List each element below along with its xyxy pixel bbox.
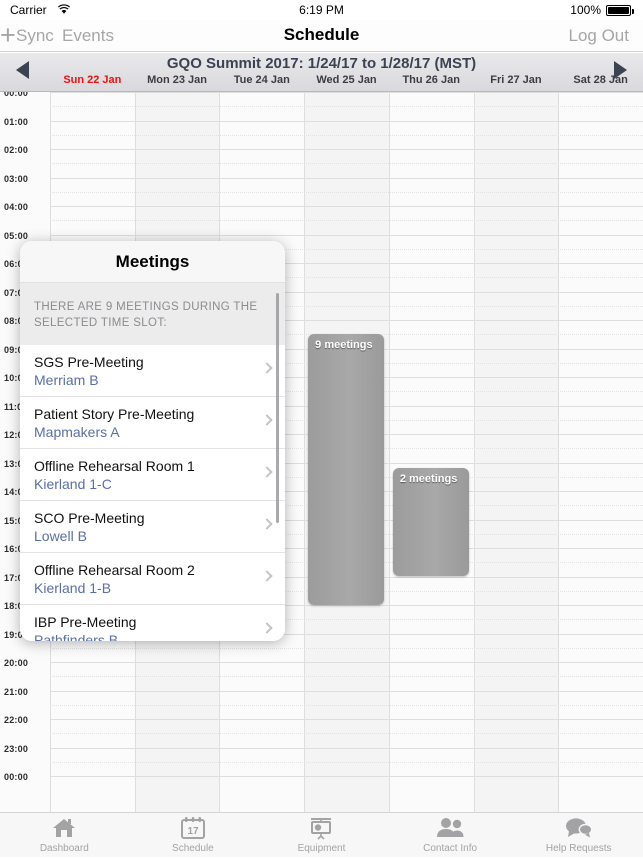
meeting-title: IBP Pre-Meeting [34,614,137,630]
chevron-right-icon [261,414,273,426]
popover-body[interactable]: THERE ARE 9 MEETINGS DURING THE SELECTED… [20,283,285,641]
meeting-list-item[interactable]: IBP Pre-Meeting Pathfinders B [20,605,285,641]
hour-label-20: 20:00 [4,658,29,668]
popover-header: Meetings [20,241,285,283]
day-header-5[interactable]: Fri 27 Jan [474,74,559,86]
day-header-1[interactable]: Mon 23 Jan [135,74,220,86]
tab-dashboard[interactable]: Dashboard [0,813,129,858]
chevron-right-icon [261,466,273,478]
meeting-list-item[interactable]: Offline Rehearsal Room 1 Kierland 1-C [20,449,285,501]
meeting-room: Pathfinders B [34,632,119,641]
tab-help-requests[interactable]: Help Requests [514,813,643,858]
projector-icon [257,817,386,841]
day-header-row: Sun 22 Jan Mon 23 Jan Tue 24 Jan Wed 25 Jan… [0,74,643,92]
battery-full-icon [606,5,634,16]
day-header-2[interactable]: Tue 24 Jan [219,74,304,86]
event-block-label: 9 meetings [315,339,373,352]
chevron-right-icon [261,518,273,530]
battery-percent-label: 100% [570,3,601,17]
event-range-title: GQO Summit 2017: 1/24/17 to 1/28/17 (MST… [166,55,477,72]
day-header-6[interactable]: Sat 28 Jan [558,74,643,86]
tab-label: Schedule [172,843,214,854]
tab-label: Equipment [297,843,346,854]
svg-text:17: 17 [187,826,199,837]
popover-title: Meetings [115,252,190,271]
meeting-room: Kierland 1-C [34,476,112,492]
tab-label: Dashboard [39,843,89,854]
day-header-0[interactable]: Sun 22 Jan [50,74,135,86]
chevron-right-icon [261,362,273,374]
hour-label-22: 22:00 [4,715,29,725]
tab-label: Contact Info [423,843,478,854]
meeting-list-item[interactable]: SGS Pre-Meeting Merriam B [20,345,285,397]
meetings-popover[interactable]: Meetings THERE ARE 9 MEETINGS DURING THE… [20,241,285,641]
popover-info-text: THERE ARE 9 MEETINGS DURING THE SELECTED… [20,283,285,345]
date-navigation-bar: GQO Summit 2017: 1/24/17 to 1/28/17 (MST… [0,53,643,92]
meeting-room: Lowell B [34,528,87,544]
day-header-4[interactable]: Thu 26 Jan [389,74,474,86]
hour-label-0: 00:00 [4,92,29,98]
people-icon [386,817,515,841]
chevron-right-icon [261,622,273,634]
meeting-room: Mapmakers A [34,424,120,440]
hour-label-23: 23:00 [4,743,29,754]
meeting-list-item[interactable]: Offline Rehearsal Room 2 Kierland 1-B [20,553,285,605]
tab-contact-info[interactable]: Contact Info [386,813,515,858]
meeting-room: Merriam B [34,372,99,388]
meeting-room: Kierland 1-B [34,580,112,596]
chevron-right-icon [261,570,273,582]
meeting-title: SCO Pre-Meeting [34,510,145,526]
chat-bubbles-icon [514,817,643,841]
meeting-title: Offline Rehearsal Room 2 [34,562,195,578]
status-bar: Carrier 6:19 PM 100% [0,0,643,20]
hour-label-21: 21:00 [4,686,29,697]
day-header-3[interactable]: Wed 25 Jan [304,74,389,86]
meeting-title: Patient Story Pre-Meeting [34,406,195,422]
tab-schedule[interactable]: 17 Schedule [129,813,258,858]
calendar-icon: 17 [129,817,258,841]
page-title: Schedule [283,25,360,44]
status-time: 6:19 PM [299,3,344,17]
hour-label-3: 03:00 [4,173,29,184]
popover-scrollbar[interactable] [276,293,279,523]
home-icon [0,817,129,841]
meeting-title: Offline Rehearsal Room 1 [34,458,195,474]
navigation-bar: Sync Events + Schedule Log Out [0,20,643,52]
hour-label-1: 01:00 [4,116,29,127]
hour-label-2: 02:00 [4,145,29,155]
hour-label-4: 04:00 [4,202,29,212]
event-block-label: 2 meetings [399,473,458,486]
tab-equipment[interactable]: Equipment [257,813,386,858]
meeting-title: SGS Pre-Meeting [34,354,144,370]
event-block[interactable]: 2 meetings [392,468,469,577]
logout-button[interactable]: Log Out [569,26,630,46]
meeting-list-item[interactable]: Patient Story Pre-Meeting Mapmakers A [20,397,285,449]
tab-bar: Dashboard 17 Schedule Equipment Contact Info… [0,812,643,857]
event-block[interactable]: 9 meetings [308,334,384,605]
meeting-list-item[interactable]: SCO Pre-Meeting Lowell B [20,501,285,553]
tab-label: Help Requests [545,843,612,854]
hour-label-5: 05:00 [4,230,29,241]
hour-label-24: 00:00 [4,772,29,782]
